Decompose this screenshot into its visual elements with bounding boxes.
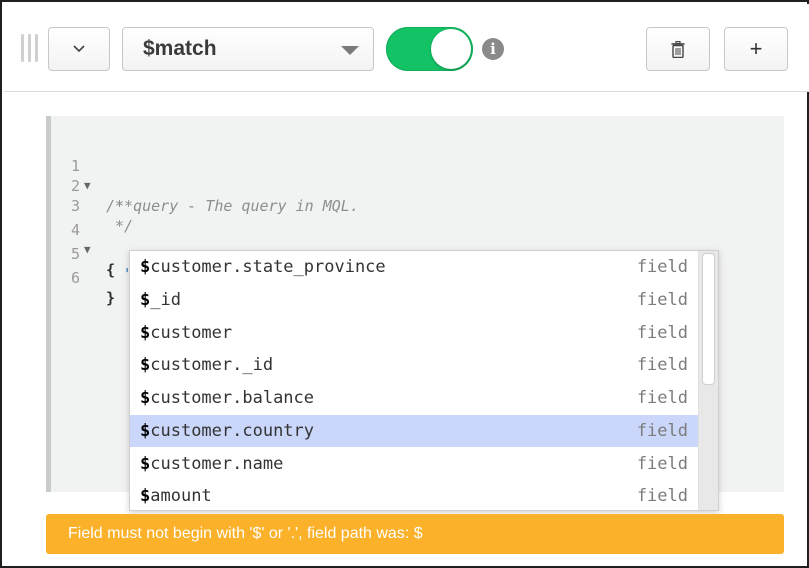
autocomplete-meta: field: [636, 290, 688, 311]
stage-operator-select[interactable]: $match: [122, 27, 374, 71]
caret-down-icon: [341, 46, 359, 55]
toggle-knob: [431, 29, 471, 69]
delete-stage-button[interactable]: [646, 27, 710, 71]
stage-toolbar: $match i +: [4, 4, 809, 92]
autocomplete-item-selected[interactable]: $customer.country field: [130, 414, 698, 448]
autocomplete-caption: $_id: [140, 290, 181, 311]
error-banner: Field must not begin with '$' or '.', fi…: [46, 514, 784, 554]
code-line: 2 * query - The query in MQL.: [51, 156, 781, 215]
autocomplete-item[interactable]: $customer._id field: [130, 349, 698, 382]
code-line: 3 */: [51, 176, 781, 235]
autocomplete-scrollbar[interactable]: [698, 251, 718, 510]
autocomplete-meta: field: [636, 322, 688, 343]
autocomplete-caption: $customer: [140, 322, 233, 343]
autocomplete-item[interactable]: $_id field: [130, 284, 698, 317]
autocomplete-caption: $customer.state_province: [140, 257, 386, 278]
add-stage-button[interactable]: +: [724, 27, 788, 71]
autocomplete-meta: field: [636, 257, 688, 278]
collapse-stage-button[interactable]: [48, 27, 110, 71]
code-line: 4 ▼ {: [51, 200, 781, 279]
code-line: 5 "$": [51, 224, 781, 283]
info-icon[interactable]: i: [482, 38, 504, 60]
autocomplete-caption: $customer.balance: [140, 388, 315, 409]
info-glyph: i: [490, 40, 496, 58]
autocomplete-caption: $amount: [140, 486, 212, 507]
autocomplete-meta: field: [636, 453, 688, 474]
autocomplete-item[interactable]: $customer field: [130, 316, 698, 349]
autocomplete-caption: $customer.country: [140, 420, 315, 441]
autocomplete-item[interactable]: $customer.name field: [130, 447, 698, 480]
autocomplete-meta: field: [636, 420, 688, 441]
autocomplete-meta: field: [636, 388, 688, 409]
code-text: }: [106, 289, 116, 307]
autocomplete-popup[interactable]: $customer.state_province field $_id fiel…: [129, 250, 719, 511]
autocomplete-item[interactable]: $amount field: [130, 480, 698, 510]
autocomplete-meta: field: [636, 355, 688, 376]
trash-icon: [671, 40, 685, 58]
stage-operator-label: $match: [143, 37, 217, 60]
chevron-down-icon: [73, 45, 85, 53]
line-number: 6: [70, 269, 80, 287]
code-line: 1 ▼ /**: [51, 136, 781, 215]
autocomplete-meta: field: [636, 486, 688, 507]
autocomplete-caption: $customer.name: [140, 453, 284, 474]
plus-icon: +: [749, 36, 763, 61]
scrollbar-thumb[interactable]: [702, 253, 715, 385]
autocomplete-caption: $customer._id: [140, 355, 274, 376]
autocomplete-item[interactable]: $customer.state_province field: [130, 251, 698, 284]
stage-editor-frame: $match i + 1 ▼ /** 2 * query - The query…: [0, 0, 809, 568]
error-message: Field must not begin with '$' or '.', fi…: [68, 525, 423, 542]
drag-handle-icon[interactable]: [21, 34, 41, 62]
stage-enabled-toggle[interactable]: [386, 27, 473, 71]
autocomplete-item[interactable]: $customer.balance field: [130, 382, 698, 415]
